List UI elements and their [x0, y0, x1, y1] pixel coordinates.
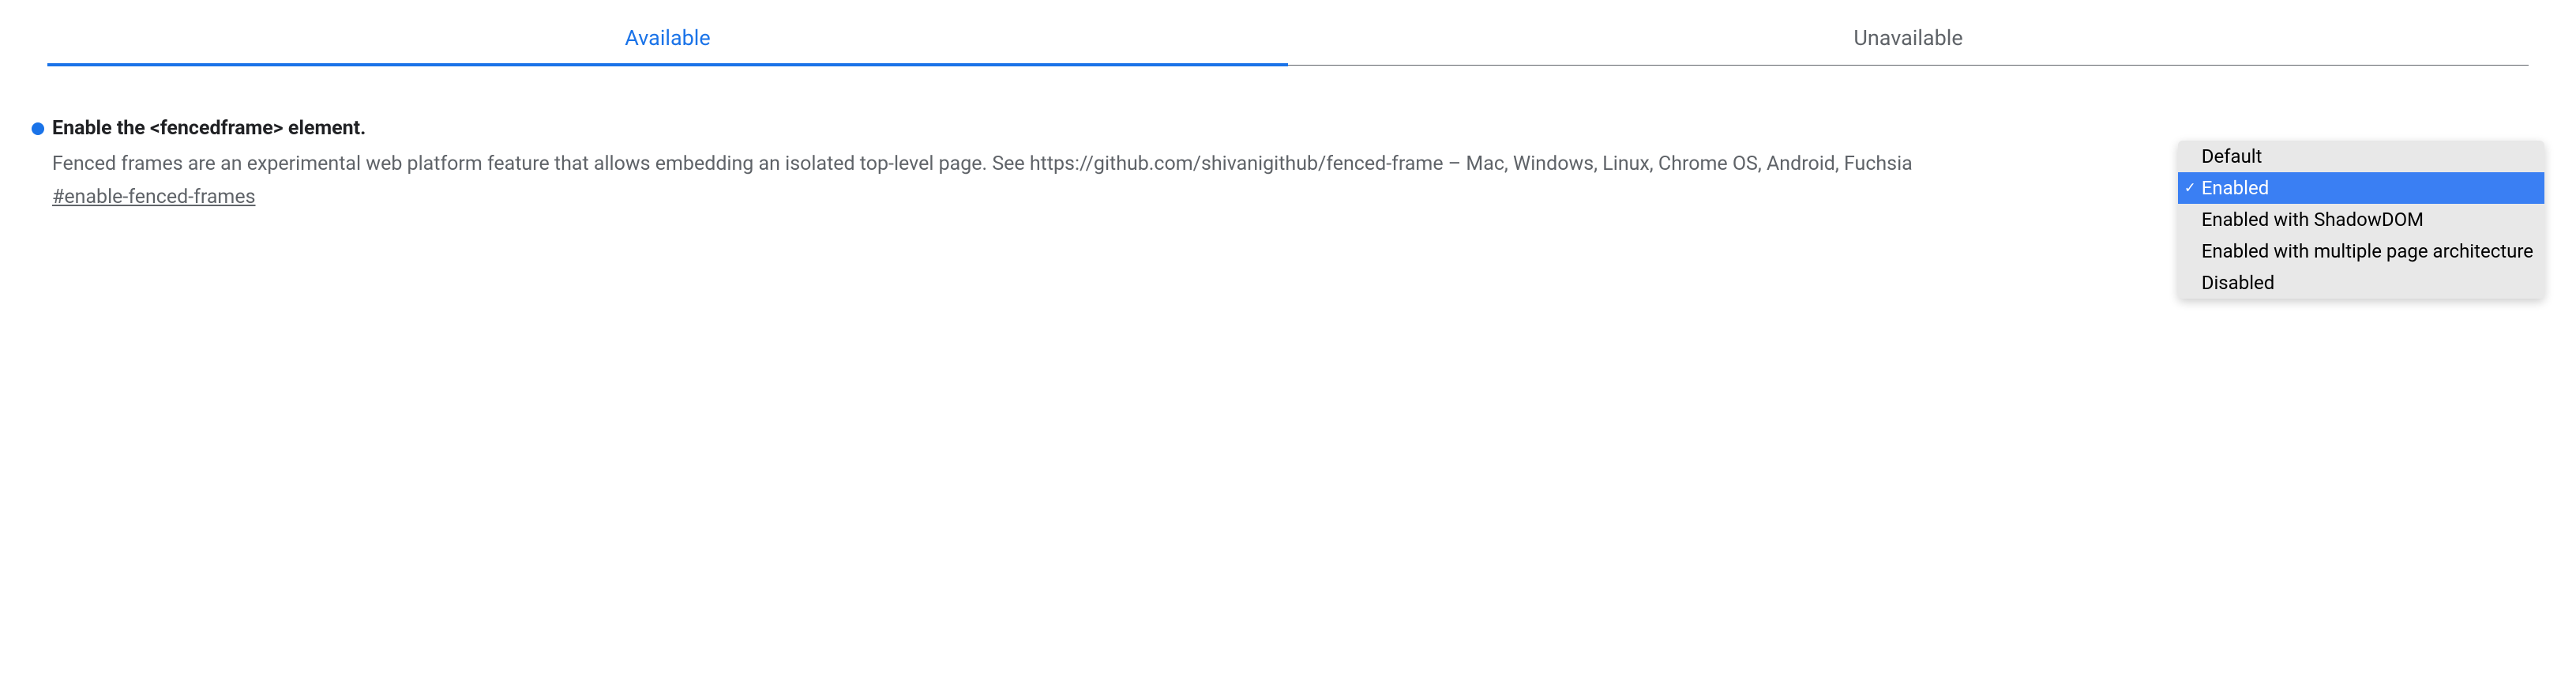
dropdown-option-label: Disabled — [2202, 272, 2275, 294]
modified-indicator-icon — [32, 122, 44, 135]
dropdown-option-3[interactable]: Enabled with multiple page architecture — [2178, 235, 2544, 267]
tab-unavailable[interactable]: Unavailable — [1288, 16, 2529, 65]
check-icon: ✓ — [2184, 180, 2196, 197]
dropdown-option-4[interactable]: Disabled — [2178, 267, 2544, 299]
flag-info: Enable the <fencedframe> element. Fenced… — [32, 117, 2162, 209]
tab-available-label: Available — [625, 25, 710, 51]
dropdown-option-label: Default — [2202, 145, 2262, 167]
flag-description: Fenced frames are an experimental web pl… — [52, 149, 2162, 179]
dropdown-option-1[interactable]: ✓ Enabled — [2178, 172, 2544, 204]
flag-content: Enable the <fencedframe> element. Fenced… — [32, 117, 2544, 299]
dropdown-option-label: Enabled — [2202, 177, 2270, 199]
dropdown-option-0[interactable]: Default — [2178, 141, 2544, 172]
tabs-container: Available Unavailable — [47, 16, 2529, 66]
flag-dropdown[interactable]: Default ✓ Enabled Enabled with ShadowDOM Ena… — [2178, 141, 2544, 299]
flag-title-row: Enable the <fencedframe> element. — [32, 117, 2162, 140]
dropdown-option-label: Enabled with multiple page architecture — [2202, 240, 2533, 262]
tab-unavailable-label: Unavailable — [1853, 25, 1962, 51]
flag-title: Enable the <fencedframe> element. — [52, 117, 366, 140]
dropdown-option-label: Enabled with ShadowDOM — [2202, 209, 2424, 231]
tab-available[interactable]: Available — [47, 16, 1288, 65]
flag-hash-link[interactable]: #enable-fenced-frames — [52, 186, 2162, 209]
dropdown-option-2[interactable]: Enabled with ShadowDOM — [2178, 204, 2544, 235]
